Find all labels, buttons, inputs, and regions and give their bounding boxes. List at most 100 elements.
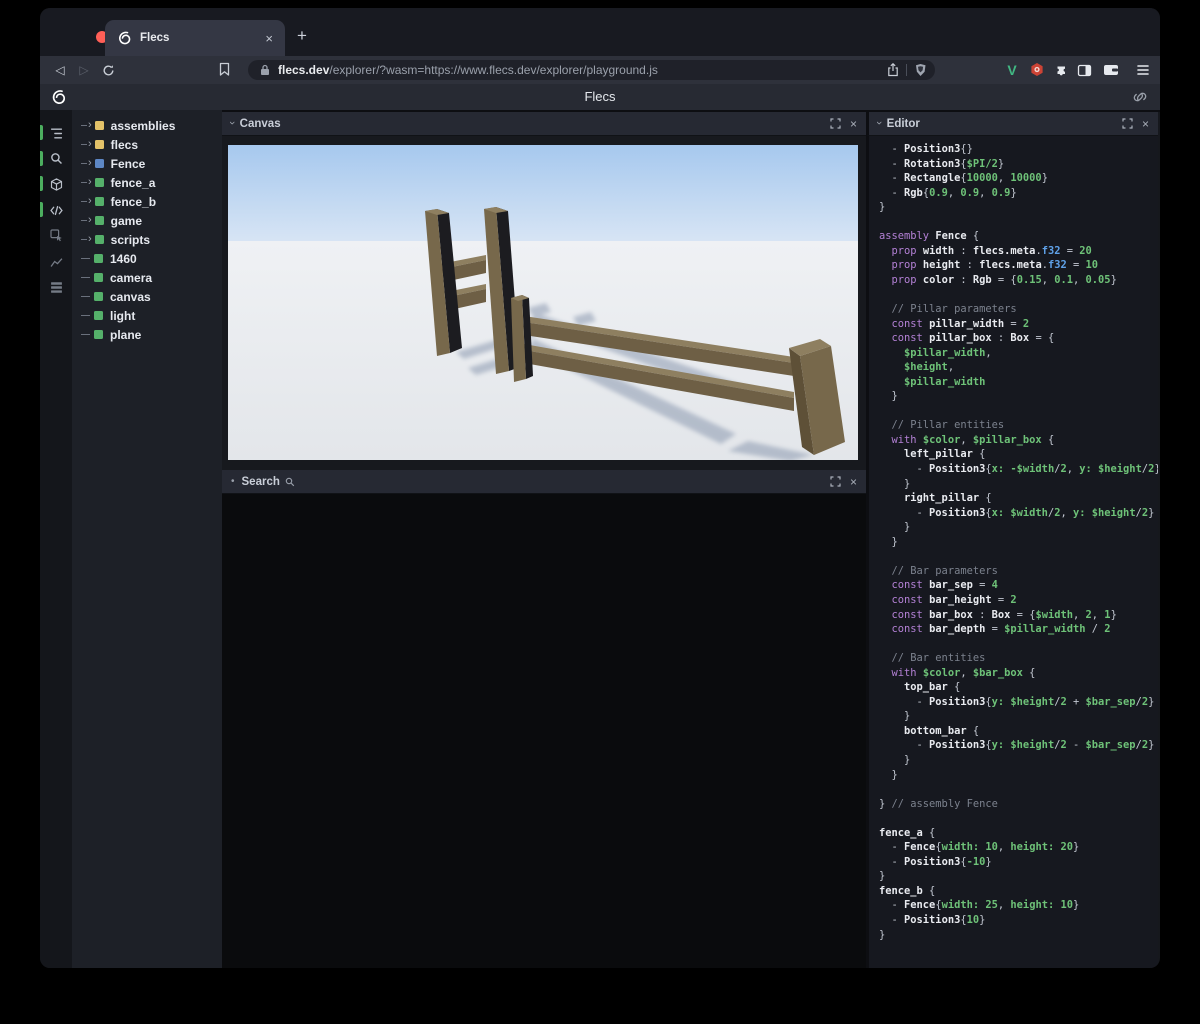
code-line: - Position3{x: -$width/2, y: $height/2}: [879, 463, 1158, 476]
chevron-right-icon[interactable]: ›: [88, 233, 92, 245]
entity-color-swatch: [94, 121, 104, 130]
sidebar-toggle-icon[interactable]: [1073, 59, 1095, 81]
canvas-panel-title: Canvas: [239, 117, 281, 130]
code-line: $pillar_width,: [879, 346, 992, 359]
chevron-down-icon[interactable]: ›: [226, 121, 238, 125]
close-icon[interactable]: ×: [850, 476, 857, 488]
code-editor[interactable]: - Position3{} - Rotation3{$PI/2} - Recta…: [869, 136, 1158, 942]
code-line: }: [879, 710, 911, 723]
code-line: assembly Fence {: [879, 230, 980, 243]
chevron-right-icon[interactable]: ›: [88, 157, 92, 169]
tree-guide-line: [81, 144, 87, 145]
3d-viewport[interactable]: [228, 145, 858, 460]
bookmark-icon[interactable]: [218, 62, 231, 77]
tree-item-label: light: [110, 308, 136, 323]
tree-item-Fence[interactable]: › Fence: [72, 154, 222, 173]
archive-tool-icon[interactable]: [40, 276, 72, 298]
code-tool-icon[interactable]: [40, 199, 72, 221]
tree-item-canvas[interactable]: canvas: [72, 287, 222, 306]
code-line: - Position3{}: [879, 143, 973, 155]
code-line: const bar_height = 2: [879, 593, 1017, 606]
code-line: - Fence{width: 25, height: 10}: [879, 899, 1080, 912]
chevron-down-icon[interactable]: ›: [873, 121, 885, 125]
editor-panel-header[interactable]: › Editor ×: [866, 112, 1158, 136]
brave-shield-icon[interactable]: [914, 63, 927, 77]
chevron-right-icon[interactable]: ›: [88, 119, 92, 131]
menu-icon[interactable]: [1132, 59, 1154, 81]
code-line: - Rgb{0.9, 0.9, 0.9}: [879, 186, 1017, 199]
tab-title: Flecs: [140, 32, 170, 44]
scene-tool-icon[interactable]: [40, 173, 72, 195]
editor-panel-body[interactable]: - Position3{} - Rotation3{$PI/2} - Recta…: [866, 136, 1158, 968]
entity-color-swatch: [94, 330, 103, 339]
code-line: - Position3{y: $height/2 + $bar_sep/2}: [879, 695, 1155, 708]
code-line: - Position3{10}: [879, 913, 986, 926]
code-line: }: [879, 390, 898, 403]
tree-item-light[interactable]: light: [72, 306, 222, 325]
tree-item-assemblies[interactable]: › assemblies: [72, 116, 222, 135]
entity-color-swatch: [94, 235, 104, 244]
code-line: prop height : flecs.meta.f32 = 10: [879, 259, 1099, 272]
code-line: bottom_bar {: [879, 724, 980, 737]
tree-guide-line: [81, 182, 87, 183]
reload-button[interactable]: [96, 64, 120, 77]
search-tool-icon[interactable]: [40, 148, 72, 170]
url-host: flecs.dev: [278, 63, 330, 77]
new-tab-button[interactable]: +: [290, 24, 314, 48]
link-icon[interactable]: [1132, 89, 1148, 105]
address-bar[interactable]: flecs.dev/explorer/?wasm=https://www.fle…: [248, 60, 935, 80]
wallet-icon[interactable]: [1100, 59, 1122, 81]
chevron-right-icon[interactable]: ›: [88, 176, 92, 188]
tree-item-plane[interactable]: plane: [72, 325, 222, 344]
tree-item-scripts[interactable]: › scripts: [72, 230, 222, 249]
code-line: prop width : flecs.meta.f32 = 20: [879, 244, 1092, 257]
close-icon[interactable]: ×: [850, 118, 857, 130]
extensions-puzzle-icon[interactable]: [1050, 59, 1072, 81]
tree-item-flecs[interactable]: › flecs: [72, 135, 222, 154]
tree-item-fence_a[interactable]: › fence_a: [72, 173, 222, 192]
browser-tab-flecs[interactable]: Flecs ×: [105, 20, 285, 56]
close-icon[interactable]: ×: [1142, 118, 1149, 130]
collapsed-indicator-icon[interactable]: •: [231, 476, 235, 487]
code-line: } // assembly Fence: [879, 797, 998, 810]
tree-guide-line: [81, 125, 87, 126]
tree-item-1460[interactable]: 1460: [72, 249, 222, 268]
browser-window: Flecs × + ◁ ▷ flecs.dev/explorer/?wasm=h…: [40, 8, 1160, 968]
search-panel-body[interactable]: [222, 494, 866, 968]
back-button[interactable]: ◁: [48, 63, 72, 77]
inspector-tool-icon[interactable]: [40, 225, 72, 247]
outliner-tool-icon[interactable]: [40, 122, 72, 144]
tree-item-label: Fence: [110, 156, 146, 171]
chevron-right-icon[interactable]: ›: [88, 214, 92, 226]
chevron-right-icon[interactable]: ›: [88, 195, 92, 207]
tab-close-icon[interactable]: ×: [265, 31, 273, 46]
stats-tool-icon[interactable]: [40, 251, 72, 273]
vue-devtools-extension-icon[interactable]: V: [1001, 59, 1023, 81]
expand-icon[interactable]: [830, 118, 841, 129]
code-line: $pillar_width: [879, 375, 986, 388]
share-icon[interactable]: [887, 63, 899, 77]
red-hexagon-extension-icon[interactable]: [1026, 59, 1048, 81]
code-line: - Position3{y: $height/2 - $bar_sep/2}: [879, 739, 1155, 752]
tree-guide-line: [81, 258, 90, 259]
tree-item-game[interactable]: › game: [72, 211, 222, 230]
chevron-right-icon[interactable]: ›: [88, 138, 92, 150]
canvas-panel-header[interactable]: › Canvas ×: [222, 112, 866, 136]
tool-sidebar: [40, 110, 72, 968]
expand-icon[interactable]: [830, 476, 841, 487]
tree-guide-line: [81, 201, 87, 202]
expand-icon[interactable]: [1122, 118, 1133, 129]
tree-item-camera[interactable]: camera: [72, 268, 222, 287]
forward-button[interactable]: ▷: [72, 63, 96, 77]
code-line: - Position3{-10}: [879, 855, 992, 868]
tree-item-fence_b[interactable]: › fence_b: [72, 192, 222, 211]
code-line: }: [879, 768, 898, 781]
entity-tree: › assemblies › flecs › Fence › fence_a › fence_b ›…: [72, 110, 222, 968]
search-panel-header[interactable]: • Search ×: [222, 470, 866, 494]
code-line: }: [879, 870, 886, 883]
code-line: const bar_sep = 4: [879, 579, 998, 592]
